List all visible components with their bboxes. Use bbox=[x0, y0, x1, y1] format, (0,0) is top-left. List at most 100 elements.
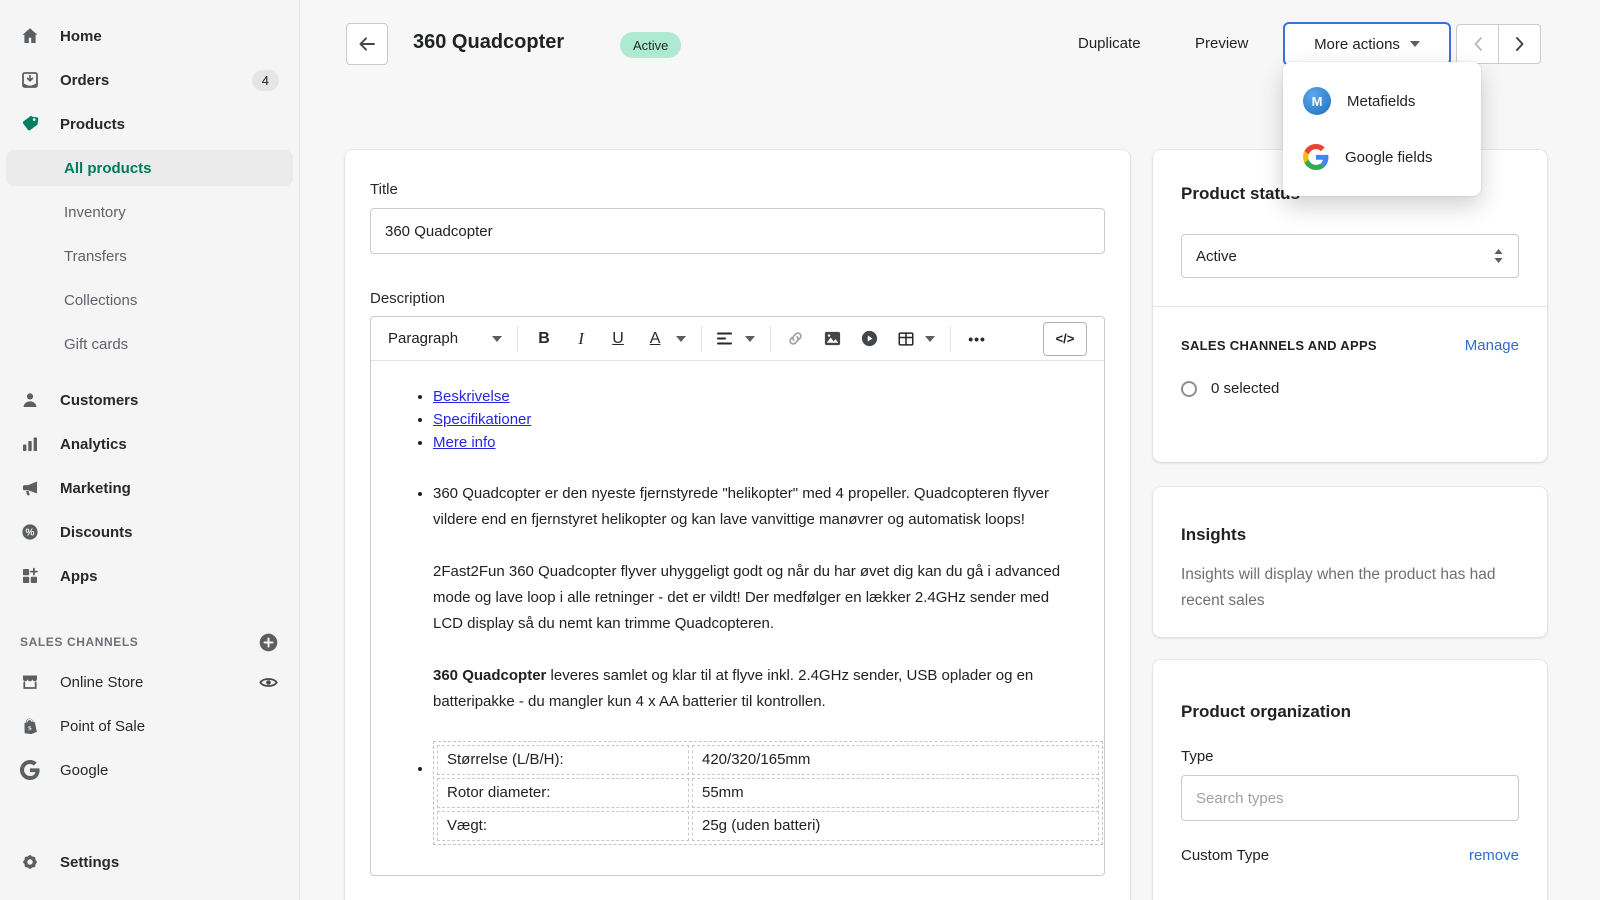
menu-item-google-fields[interactable]: Google fields bbox=[1283, 129, 1481, 185]
remove-custom-type-link[interactable]: remove bbox=[1469, 847, 1519, 864]
google-channel-icon bbox=[20, 760, 40, 780]
sidebar-item-label: Marketing bbox=[60, 480, 131, 497]
manage-link[interactable]: Manage bbox=[1465, 337, 1519, 354]
menu-item-label: Google fields bbox=[1345, 149, 1433, 166]
sidebar-item-gift-cards[interactable]: Gift cards bbox=[0, 322, 299, 366]
menu-item-label: Metafields bbox=[1347, 93, 1415, 110]
more-actions-menu: M Metafields Google fields bbox=[1283, 62, 1481, 196]
toolbar-divider bbox=[950, 326, 951, 352]
sidebar-item-label: Point of Sale bbox=[60, 718, 145, 735]
spec-name-cell: Rotor diameter: bbox=[437, 778, 689, 808]
sales-channels-row: SALES CHANNELS AND APPS Manage bbox=[1181, 337, 1519, 354]
specifikationer-link[interactable]: Specifikationer bbox=[433, 411, 531, 428]
table-dropdown[interactable] bbox=[897, 330, 935, 348]
card-divider bbox=[1153, 306, 1547, 307]
show-html-button[interactable]: </> bbox=[1043, 322, 1087, 356]
chevron-down-icon bbox=[925, 336, 935, 342]
sales-channels-section: SALES CHANNELS bbox=[0, 624, 299, 660]
sales-channels-label: SALES CHANNELS bbox=[20, 635, 138, 649]
sidebar-item-all-products[interactable]: All products bbox=[6, 150, 293, 186]
insert-video-button[interactable] bbox=[860, 329, 882, 348]
table-row: Størrelse (L/B/H): 420/320/165mm bbox=[437, 745, 1099, 775]
sidebar-item-apps[interactable]: Apps bbox=[0, 554, 299, 598]
list-item: Størrelse (L/B/H): 420/320/165mm Rotor d… bbox=[433, 741, 1079, 845]
page-title: 360 Quadcopter bbox=[413, 31, 564, 54]
next-product-button[interactable] bbox=[1498, 25, 1540, 63]
sidebar-item-home[interactable]: Home bbox=[0, 14, 299, 58]
mere-info-link[interactable]: Mere info bbox=[433, 434, 496, 451]
insights-card: Insights Insights will display when the … bbox=[1153, 487, 1547, 637]
settings-gear-icon bbox=[20, 852, 40, 872]
back-button[interactable] bbox=[346, 23, 388, 65]
sidebar-item-analytics[interactable]: Analytics bbox=[0, 422, 299, 466]
custom-type-label: Custom Type bbox=[1181, 847, 1269, 864]
sidebar-item-customers[interactable]: Customers bbox=[0, 378, 299, 422]
sidebar-item-label: Analytics bbox=[60, 436, 127, 453]
beskrivelse-link[interactable]: Beskrivelse bbox=[433, 388, 510, 405]
alignment-dropdown[interactable] bbox=[717, 332, 755, 346]
list-item: Mere info bbox=[433, 431, 1079, 454]
sidebar-subitem-label: Inventory bbox=[64, 204, 126, 221]
list-item: Specifikationer bbox=[433, 408, 1079, 431]
sidebar-item-label: Customers bbox=[60, 392, 138, 409]
sidebar-item-orders[interactable]: Orders 4 bbox=[0, 58, 299, 102]
sidebar-item-point-of-sale[interactable]: s Point of Sale bbox=[0, 704, 299, 748]
sidebar-nav: Home Orders 4 bbox=[0, 0, 299, 792]
sidebar-item-discounts[interactable]: % Discounts bbox=[0, 510, 299, 554]
add-sales-channel-button[interactable] bbox=[258, 632, 279, 653]
underline-button[interactable]: U bbox=[607, 330, 629, 348]
sidebar-item-collections[interactable]: Collections bbox=[0, 278, 299, 322]
analytics-icon bbox=[20, 434, 40, 454]
sidebar-item-google[interactable]: Google bbox=[0, 748, 299, 792]
sidebar-item-label: Settings bbox=[60, 854, 119, 871]
more-actions-button[interactable]: More actions bbox=[1283, 22, 1451, 66]
sidebar-item-online-store[interactable]: Online Store bbox=[0, 660, 299, 704]
description-anchor-links: Beskrivelse Specifikationer Mere info bbox=[396, 385, 1079, 454]
duplicate-button[interactable]: Duplicate bbox=[1078, 35, 1141, 52]
description-editor-content[interactable]: Beskrivelse Specifikationer Mere info 36… bbox=[371, 361, 1104, 875]
chevron-down-icon bbox=[1410, 41, 1420, 47]
description-label: Description bbox=[370, 290, 1105, 307]
more-actions-label: More actions bbox=[1314, 36, 1400, 53]
discounts-icon: % bbox=[20, 522, 40, 542]
spec-name-cell: Størrelse (L/B/H): bbox=[437, 745, 689, 775]
list-item: 360 Quadcopter er den nyeste fjernstyred… bbox=[433, 481, 1079, 715]
apps-icon bbox=[20, 566, 40, 586]
product-status-card: Product status Active SALES CHANNELS AND… bbox=[1153, 150, 1547, 462]
menu-item-metafields[interactable]: M Metafields bbox=[1283, 73, 1481, 129]
orders-icon bbox=[20, 70, 40, 90]
product-organization-card: Product organization Type Custom Type re… bbox=[1153, 660, 1547, 900]
orders-count-badge: 4 bbox=[252, 70, 279, 91]
text-color-button: A bbox=[644, 330, 666, 348]
sidebar-item-label: Online Store bbox=[60, 674, 143, 691]
channels-selected-row: 0 selected bbox=[1181, 380, 1519, 397]
table-row: Rotor diameter: 55mm bbox=[437, 778, 1099, 808]
paragraph-style-dropdown[interactable]: Paragraph bbox=[388, 330, 502, 347]
product-status-select[interactable]: Active bbox=[1181, 234, 1519, 278]
sidebar-item-settings[interactable]: Settings bbox=[0, 840, 299, 884]
custom-type-row: Custom Type remove bbox=[1181, 847, 1519, 864]
text-color-dropdown[interactable]: A bbox=[644, 330, 686, 348]
previous-product-button[interactable] bbox=[1457, 25, 1498, 63]
chevron-down-icon bbox=[745, 336, 755, 342]
align-left-icon bbox=[717, 332, 735, 346]
sidebar-item-products[interactable]: Products bbox=[0, 102, 299, 146]
sidebar-item-transfers[interactable]: Transfers bbox=[0, 234, 299, 278]
editor-toolbar: Paragraph B I U A bbox=[371, 317, 1104, 361]
point-of-sale-icon: s bbox=[20, 716, 40, 736]
view-online-store-eye-icon[interactable] bbox=[258, 672, 279, 693]
italic-button[interactable]: I bbox=[570, 329, 592, 349]
title-input[interactable] bbox=[370, 208, 1105, 254]
product-status-value: Active bbox=[1196, 248, 1237, 265]
sidebar-item-marketing[interactable]: Marketing bbox=[0, 466, 299, 510]
preview-button[interactable]: Preview bbox=[1195, 35, 1248, 52]
insert-image-button[interactable] bbox=[823, 329, 845, 348]
marketing-megaphone-icon bbox=[20, 478, 40, 498]
insights-title: Insights bbox=[1181, 525, 1519, 545]
bold-button[interactable]: B bbox=[533, 330, 555, 348]
more-tools-button[interactable]: ••• bbox=[966, 331, 988, 347]
insert-link-button[interactable] bbox=[786, 329, 808, 348]
type-search-input[interactable] bbox=[1181, 775, 1519, 821]
sidebar-item-inventory[interactable]: Inventory bbox=[0, 190, 299, 234]
spec-value-cell: 55mm bbox=[692, 778, 1099, 808]
